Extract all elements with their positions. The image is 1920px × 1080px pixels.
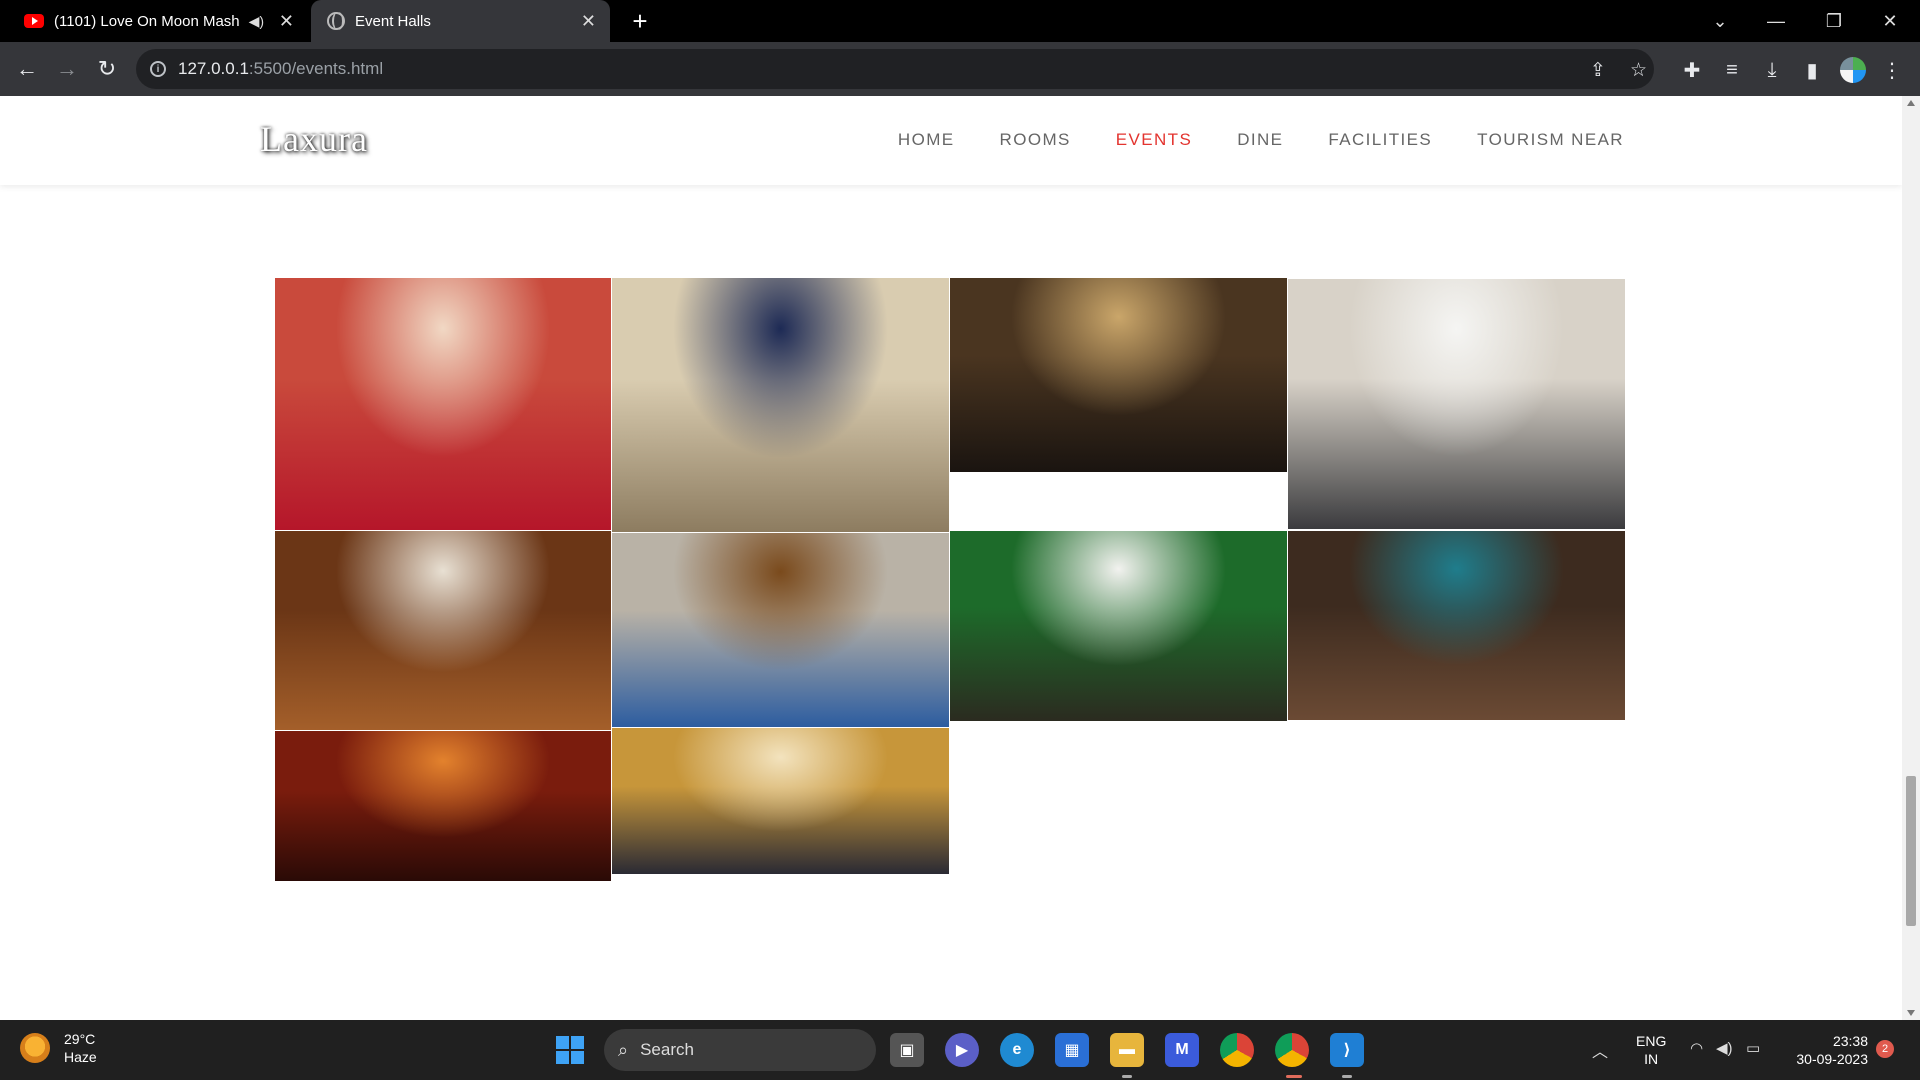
task-view-icon[interactable]: ▣ — [890, 1033, 924, 1067]
nav-facilities[interactable]: FACILITIES — [1328, 130, 1432, 150]
nav-rooms[interactable]: ROOMS — [1000, 130, 1071, 150]
chrome-active-icon[interactable] — [1275, 1033, 1309, 1067]
url-text: 127.0.0.1:5500/events.html — [178, 59, 384, 78]
site-info-icon[interactable]: i — [150, 61, 166, 77]
search-label: Search — [640, 1040, 694, 1059]
tab-title: Event Halls — [355, 12, 431, 30]
close-tab-icon[interactable]: ✕ — [581, 11, 596, 32]
battery-icon[interactable]: ▭ — [1746, 1039, 1760, 1057]
browser-tab-strip: (1101) Love On Moon Mash ◀) ✕ Event Hall… — [0, 0, 1920, 42]
clock-time: 23:38 — [1832, 1033, 1868, 1049]
teams-chat-icon[interactable]: ▶ — [945, 1033, 979, 1067]
restore-button[interactable]: ❐ — [1806, 0, 1862, 42]
nav-events[interactable]: EVENTS — [1116, 130, 1192, 150]
volume-icon[interactable]: ◀) — [1716, 1039, 1733, 1057]
show-hidden-icons-chevron-icon[interactable]: ︿ — [1592, 1038, 1608, 1062]
download-icon[interactable]: ⤓ — [1758, 56, 1786, 84]
close-tab-icon[interactable]: ✕ — [279, 11, 294, 32]
bookmark-star-icon[interactable]: ☆ — [1630, 59, 1647, 82]
nav-home[interactable]: HOME — [898, 130, 955, 150]
profile-avatar[interactable] — [1840, 57, 1866, 83]
nav-tourism-near[interactable]: TOURISM NEAR — [1477, 130, 1624, 150]
tab-search-chevron-icon[interactable]: ⌄ — [1692, 0, 1748, 42]
site-header: Laxura HOME ROOMS EVENTS DINE FACILITIES… — [0, 96, 1902, 185]
theater-seating-hall-photo[interactable] — [950, 278, 1287, 472]
search-icon: ⌕ — [618, 1039, 629, 1060]
microsoft-store-icon[interactable]: ▦ — [1055, 1033, 1089, 1067]
chrome-icon[interactable] — [1220, 1033, 1254, 1067]
extensions-puzzle-icon[interactable]: ✚ — [1678, 56, 1706, 84]
windows-taskbar: 29°C Haze ⌕ Search ▣ ▶ e ▦ ▬ M ⟩ ︿ ENG I… — [0, 1020, 1920, 1080]
vscode-icon[interactable]: ⟩ — [1330, 1033, 1364, 1067]
orange-lit-event-hall-photo[interactable] — [275, 731, 611, 881]
new-tab-button[interactable]: + — [625, 6, 655, 36]
globe-icon — [327, 12, 345, 30]
lecture-conference-room-photo[interactable] — [612, 533, 949, 727]
editor-app-icon[interactable]: M — [1165, 1033, 1199, 1067]
running-indicator — [1342, 1075, 1352, 1078]
red-banquet-hall-photo[interactable] — [275, 278, 611, 530]
youtube-icon — [24, 14, 44, 28]
tab-title: (1101) Love On Moon Mash — [54, 12, 239, 30]
blue-chair-ballroom-photo[interactable] — [612, 278, 949, 532]
speaker-icon[interactable]: ◀) — [249, 13, 264, 30]
taskbar-search[interactable]: ⌕ Search — [604, 1029, 876, 1071]
weather-desc: Haze — [64, 1049, 97, 1065]
forward-button[interactable]: → — [52, 54, 82, 84]
active-indicator — [1286, 1075, 1302, 1078]
nav-dine[interactable]: DINE — [1237, 130, 1283, 150]
white-round-table-hall-photo[interactable] — [1288, 279, 1625, 529]
outdoor-garden-lawn-photo[interactable] — [950, 531, 1287, 721]
system-clock[interactable]: 23:38 30-09-2023 — [1786, 1032, 1868, 1068]
haze-weather-icon — [20, 1033, 50, 1063]
back-button[interactable]: ← — [12, 54, 42, 84]
side-panel-icon[interactable]: ▮ — [1798, 56, 1826, 84]
long-table-meeting-room-photo[interactable] — [1288, 531, 1625, 720]
input-language[interactable]: ENG IN — [1636, 1032, 1666, 1068]
tab-event-halls[interactable]: Event Halls ✕ — [311, 0, 610, 42]
wood-panel-dining-hall-photo[interactable] — [275, 531, 611, 730]
close-window-button[interactable]: ✕ — [1862, 0, 1918, 42]
scroll-up-arrow-icon[interactable] — [1907, 100, 1915, 106]
wifi-icon[interactable]: ◠ — [1690, 1039, 1703, 1057]
weather-widget[interactable]: 29°C Haze — [20, 1030, 97, 1066]
page-viewport: Laxura HOME ROOMS EVENTS DINE FACILITIES… — [0, 96, 1902, 1020]
scroll-thumb[interactable] — [1906, 776, 1916, 926]
notification-badge[interactable]: 2 — [1876, 1040, 1894, 1058]
menu-kebab-icon[interactable]: ⋮ — [1878, 56, 1906, 84]
clock-date: 30-09-2023 — [1796, 1051, 1868, 1067]
windows-start-icon[interactable] — [556, 1036, 584, 1064]
share-icon[interactable]: ⇪ — [1590, 59, 1606, 82]
address-bar[interactable]: i 127.0.0.1:5500/events.html ⇪ ☆ — [136, 49, 1654, 89]
reload-button[interactable]: ↻ — [92, 54, 122, 84]
minimize-button[interactable]: — — [1748, 0, 1804, 42]
running-indicator — [1122, 1075, 1132, 1078]
browser-toolbar: ← → ↻ i 127.0.0.1:5500/events.html ⇪ ☆ — [0, 42, 1920, 96]
weather-temp: 29°C — [64, 1031, 96, 1047]
site-logo[interactable]: Laxura — [260, 118, 368, 160]
tab-youtube[interactable]: (1101) Love On Moon Mash ◀) ✕ — [10, 0, 308, 42]
page-scrollbar[interactable] — [1902, 96, 1920, 1020]
main-nav: HOME ROOMS EVENTS DINE FACILITIES TOURIS… — [898, 130, 1624, 150]
scroll-down-arrow-icon[interactable] — [1907, 1010, 1915, 1016]
media-control-icon[interactable]: ≡ — [1718, 56, 1746, 84]
edge-browser-icon[interactable]: e — [1000, 1033, 1034, 1067]
boardroom-table-photo[interactable] — [612, 728, 949, 874]
file-explorer-icon[interactable]: ▬ — [1110, 1033, 1144, 1067]
